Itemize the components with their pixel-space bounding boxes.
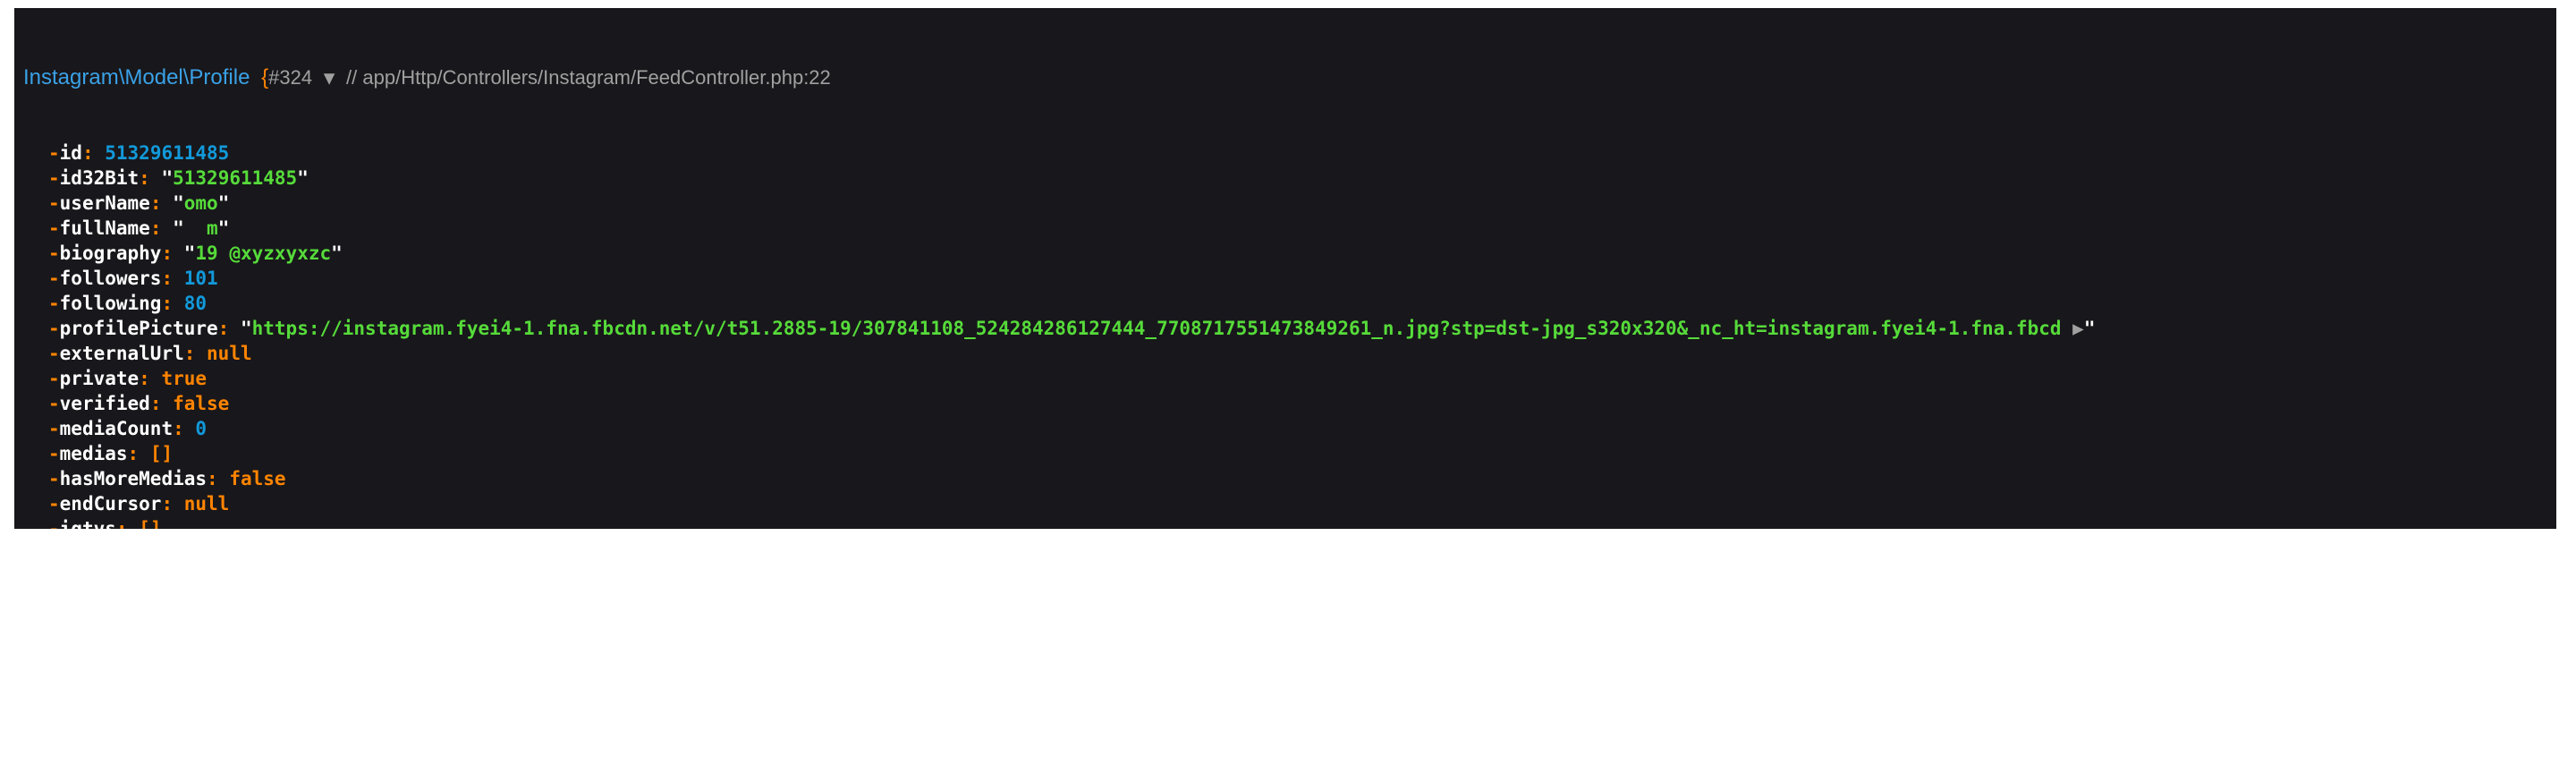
- visibility-marker: -: [48, 343, 60, 364]
- property-key: externalUrl: [59, 343, 184, 364]
- dump-header: Instagram\Model\Profile {#324 ▼ // app/H…: [23, 65, 2547, 90]
- property-row: -externalUrl: null: [23, 341, 2547, 366]
- var-dump-panel: Instagram\Model\Profile {#324 ▼ // app/H…: [14, 8, 2556, 529]
- property-row: -profilePicture: "https://instagram.fyei…: [23, 316, 2547, 341]
- property-row: -following: 80: [23, 291, 2547, 316]
- object-id: #324: [268, 66, 313, 89]
- key-separator: :: [217, 318, 241, 339]
- property-value-arr: []: [139, 518, 162, 529]
- property-key: id32Bit: [59, 167, 140, 189]
- source-location: // app/Http/Controllers/Instagram/FeedCo…: [346, 66, 831, 89]
- property-key: following: [59, 293, 162, 314]
- key-separator: :: [173, 418, 196, 439]
- expand-string-icon[interactable]: ▶: [2072, 318, 2084, 339]
- property-key: endCursor: [59, 493, 162, 515]
- property-value-string: 19 @xyzxyxzc: [195, 242, 332, 264]
- close-quote: ": [217, 217, 230, 239]
- property-row: -id: 51329611485: [23, 140, 2547, 166]
- property-row: -userName: "omo": [23, 191, 2547, 216]
- key-separator: :: [161, 293, 184, 314]
- key-separator: :: [161, 242, 184, 264]
- property-row: -endCursor: null: [23, 491, 2547, 516]
- key-separator: :: [161, 268, 184, 289]
- property-value-num: 101: [183, 268, 218, 289]
- property-value-string: omo: [183, 192, 218, 214]
- key-separator: :: [149, 192, 174, 214]
- visibility-marker: -: [48, 493, 60, 515]
- close-quote: ": [331, 242, 343, 264]
- key-separator: :: [127, 443, 150, 464]
- class-name: Instagram\Model\Profile: [23, 65, 250, 89]
- open-quote: ": [173, 192, 184, 214]
- property-value-string: m: [183, 217, 218, 239]
- visibility-marker: -: [48, 167, 60, 189]
- property-value-string: https://instagram.fyei4-1.fna.fbcdn.net/…: [251, 318, 2062, 339]
- close-quote: ": [217, 192, 230, 214]
- property-list: -id: 51329611485 -id32Bit: "51329611485" -…: [23, 140, 2547, 529]
- property-key: hasMoreMedias: [59, 468, 208, 489]
- open-brace: {: [261, 65, 269, 89]
- visibility-marker: -: [48, 142, 60, 164]
- visibility-marker: -: [48, 518, 60, 529]
- visibility-marker: -: [48, 293, 60, 314]
- property-key: biography: [59, 242, 162, 264]
- collapse-toggle-icon[interactable]: ▼: [324, 67, 335, 89]
- property-value-const: null: [207, 343, 252, 364]
- key-separator: :: [139, 167, 162, 189]
- property-key: followers: [59, 268, 162, 289]
- open-quote: ": [240, 318, 252, 339]
- property-key: private: [59, 368, 140, 389]
- visibility-marker: -: [48, 318, 60, 339]
- property-value-string: 51329611485: [173, 167, 298, 189]
- visibility-marker: -: [48, 443, 60, 464]
- key-separator: :: [139, 368, 162, 389]
- property-value-arr: []: [149, 443, 174, 464]
- property-row: -hasMoreMedias: false: [23, 466, 2547, 491]
- property-key: fullName: [59, 217, 150, 239]
- key-separator: :: [149, 217, 174, 239]
- key-separator: :: [115, 518, 140, 529]
- property-key: igtvs: [59, 518, 116, 529]
- visibility-marker: -: [48, 468, 60, 489]
- property-row: -id32Bit: "51329611485": [23, 166, 2547, 191]
- property-row: -igtvs: []: [23, 516, 2547, 529]
- close-quote: ": [2083, 318, 2096, 339]
- property-row: -verified: false: [23, 391, 2547, 416]
- property-key: id: [59, 142, 82, 164]
- property-key: medias: [59, 443, 128, 464]
- property-row: -private: true: [23, 366, 2547, 391]
- visibility-marker: -: [48, 393, 60, 414]
- property-key: mediaCount: [59, 418, 174, 439]
- key-separator: :: [149, 393, 174, 414]
- open-quote: ": [183, 242, 196, 264]
- key-separator: :: [183, 343, 208, 364]
- property-row: -fullName: " m": [23, 216, 2547, 241]
- property-row: -followers: 101: [23, 266, 2547, 291]
- property-value-num: 80: [183, 293, 208, 314]
- property-value-const: null: [183, 493, 230, 515]
- visibility-marker: -: [48, 217, 60, 239]
- key-separator: :: [81, 142, 106, 164]
- property-value-const: false: [173, 393, 230, 414]
- property-row: -mediaCount: 0: [23, 416, 2547, 441]
- property-value-const: true: [161, 368, 208, 389]
- property-row: -biography: "19 @xyzxyxzc": [23, 241, 2547, 266]
- close-quote: ": [297, 167, 309, 189]
- visibility-marker: -: [48, 192, 60, 214]
- visibility-marker: -: [48, 268, 60, 289]
- visibility-marker: -: [48, 242, 60, 264]
- visibility-marker: -: [48, 418, 60, 439]
- property-key: profilePicture: [59, 318, 218, 339]
- property-key: userName: [59, 192, 150, 214]
- property-key: verified: [59, 393, 150, 414]
- open-quote: ": [173, 217, 184, 239]
- property-value-const: false: [229, 468, 286, 489]
- visibility-marker: -: [48, 368, 60, 389]
- property-value-num: 0: [195, 418, 208, 439]
- open-quote: ": [161, 167, 174, 189]
- property-value-num: 51329611485: [105, 142, 230, 164]
- key-separator: :: [161, 493, 184, 515]
- property-row: -medias: []: [23, 441, 2547, 466]
- key-separator: :: [207, 468, 230, 489]
